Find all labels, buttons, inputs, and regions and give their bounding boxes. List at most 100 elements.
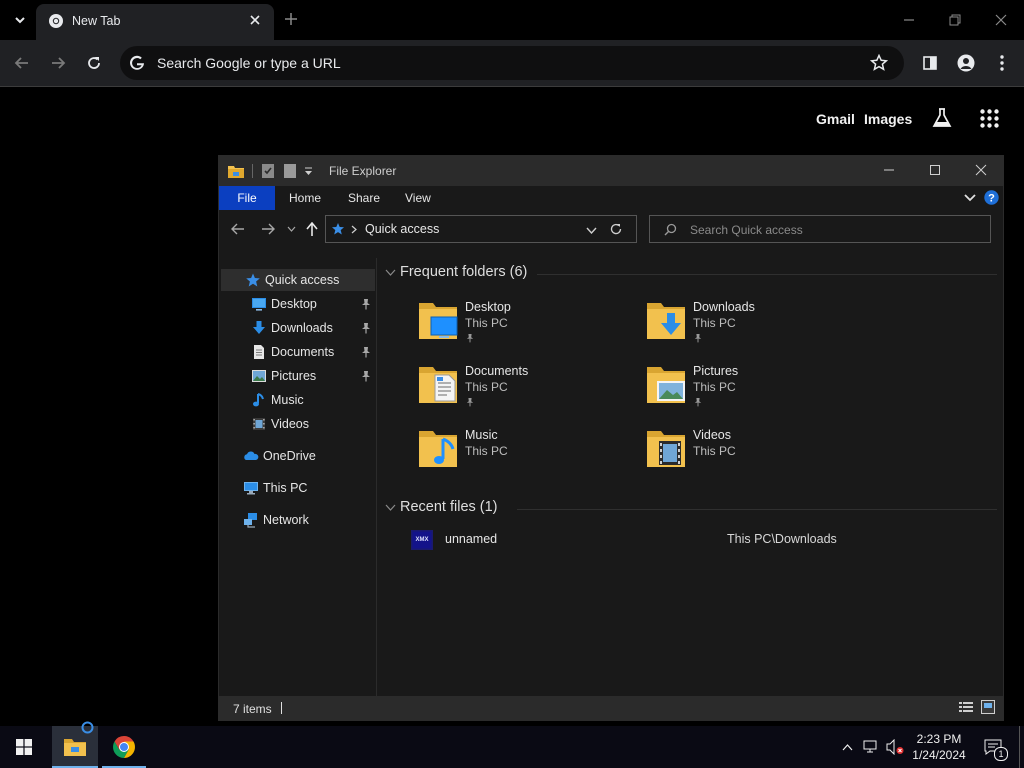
music-icon [251, 392, 267, 408]
start-button[interactable] [0, 726, 48, 768]
details-view-icon[interactable] [959, 701, 973, 713]
breadcrumb-separator-icon[interactable] [351, 225, 357, 234]
side-panel-icon[interactable] [916, 49, 944, 77]
sidebar-item-desktop[interactable]: Desktop [219, 293, 375, 315]
folder-tile-downloads[interactable]: Downloads This PC [645, 297, 865, 357]
sidebar-label: Downloads [271, 321, 333, 335]
new-tab-plus-icon[interactable] [284, 12, 298, 26]
frequent-folders-header[interactable]: Frequent folders (6) [400, 264, 527, 280]
gmail-link[interactable]: Gmail [816, 111, 855, 127]
address-history-chevron-icon[interactable] [586, 227, 597, 234]
sidebar-item-quick-access[interactable]: Quick access [221, 269, 375, 291]
restore-icon[interactable] [948, 13, 962, 27]
collapse-frequent-chevron-icon[interactable] [385, 269, 396, 276]
search-box[interactable]: Search Quick access [649, 215, 991, 243]
folder-location: This PC [465, 444, 508, 458]
taskbar-chrome[interactable] [102, 726, 146, 768]
folder-tile-pictures[interactable]: Pictures This PC [645, 361, 865, 421]
omnibox[interactable]: Search Google or type a URL [120, 46, 904, 80]
ribbon-tabs: File Home Share View ? [219, 186, 1003, 210]
sidebar-item-documents[interactable]: Documents [219, 341, 375, 363]
minimize-icon[interactable] [902, 13, 916, 27]
sidebar-item-music[interactable]: Music [219, 389, 375, 411]
clock-time: 2:23 PM [916, 732, 962, 746]
folder-tile-desktop[interactable]: Desktop This PC [417, 297, 637, 357]
status-bar: 7 items [219, 696, 1003, 720]
help-icon[interactable]: ? [984, 190, 999, 205]
folder-location: This PC [693, 316, 736, 330]
folder-name: Videos [693, 428, 731, 442]
pin-icon [694, 397, 702, 407]
tab-search-chevron-icon[interactable] [6, 6, 34, 34]
new-folder-icon[interactable] [283, 163, 297, 179]
apps-grid-icon[interactable] [980, 109, 999, 128]
qat-dropdown-icon[interactable] [304, 167, 313, 176]
tab-new-tab[interactable]: New Tab [36, 4, 274, 40]
navigation-pane: Quick access Desktop Downloads Documents… [219, 258, 377, 696]
system-clock[interactable]: 2:23 PM 1/24/2024 [904, 731, 974, 763]
recent-file-row[interactable]: XMX unnamed This PC\Downloads [409, 528, 969, 552]
sidebar-label: Quick access [265, 273, 340, 287]
item-count: 7 items [233, 702, 272, 716]
sidebar-item-pictures[interactable]: Pictures [219, 365, 375, 387]
folder-tile-music[interactable]: Music This PC [417, 425, 637, 485]
videos-icon [251, 416, 267, 432]
image-file-icon: XMX [411, 530, 433, 550]
ribbon-tab-home[interactable]: Home [289, 186, 321, 210]
collapse-recent-chevron-icon[interactable] [385, 504, 396, 511]
chrome-icon [48, 13, 64, 29]
explorer-minimize-icon[interactable] [883, 164, 895, 176]
sidebar-label: Pictures [271, 369, 317, 383]
close-tab-icon[interactable] [248, 13, 262, 27]
close-window-icon[interactable] [994, 13, 1008, 27]
pictures-icon [251, 368, 267, 384]
folder-desktop-icon [417, 299, 461, 341]
explorer-back-icon[interactable] [231, 223, 245, 235]
sidebar-item-this-pc[interactable]: This PC [219, 477, 375, 499]
status-divider [281, 702, 282, 714]
profile-avatar-icon[interactable] [952, 49, 980, 77]
action-center-button[interactable]: 1 [978, 726, 1008, 768]
sidebar-item-network[interactable]: Network [219, 509, 375, 531]
folder-tile-documents[interactable]: Documents This PC [417, 361, 637, 421]
back-arrow-icon[interactable] [8, 49, 36, 77]
images-link[interactable]: Images [864, 111, 912, 127]
properties-icon[interactable] [261, 163, 275, 179]
menu-kebab-icon[interactable] [988, 49, 1016, 77]
recent-locations-chevron-icon[interactable] [287, 226, 296, 232]
explorer-title-bar: File Explorer [219, 156, 1003, 186]
network-status-icon[interactable] [861, 726, 881, 768]
explorer-maximize-icon[interactable] [929, 164, 941, 176]
folder-tile-videos[interactable]: Videos This PC [645, 425, 865, 485]
folder-name: Desktop [465, 300, 511, 314]
svg-text:XMX: XMX [415, 537, 428, 543]
explorer-forward-icon[interactable] [261, 223, 275, 235]
sidebar-item-videos[interactable]: Videos [219, 413, 375, 435]
large-icons-view-icon[interactable] [981, 700, 995, 714]
show-hidden-icons-chevron[interactable] [838, 726, 856, 768]
refresh-icon[interactable] [609, 222, 623, 236]
up-arrow-icon[interactable] [306, 222, 318, 236]
show-desktop-button[interactable] [1019, 726, 1020, 768]
sidebar-item-downloads[interactable]: Downloads [219, 317, 375, 339]
explorer-window-title: File Explorer [329, 164, 397, 178]
bookmark-star-icon[interactable] [870, 54, 888, 72]
address-path[interactable]: Quick access [365, 222, 439, 236]
sidebar-label: Music [271, 393, 304, 407]
ribbon-tab-share[interactable]: Share [348, 186, 380, 210]
ribbon-tab-file[interactable]: File [219, 186, 275, 210]
reload-icon[interactable] [80, 49, 108, 77]
ribbon-tab-view[interactable]: View [405, 186, 431, 210]
network-icon [243, 512, 259, 528]
folder-documents-icon [417, 363, 461, 405]
recent-files-header[interactable]: Recent files (1) [400, 499, 498, 515]
labs-flask-icon[interactable] [931, 107, 953, 129]
volume-muted-icon[interactable] [884, 726, 906, 768]
google-g-icon [128, 54, 146, 72]
sidebar-item-onedrive[interactable]: OneDrive [219, 445, 375, 467]
expand-ribbon-chevron-icon[interactable] [964, 193, 976, 203]
explorer-close-icon[interactable] [975, 164, 987, 176]
address-bar[interactable]: Quick access [325, 215, 637, 243]
documents-icon [251, 344, 267, 360]
forward-arrow-icon[interactable] [44, 49, 72, 77]
